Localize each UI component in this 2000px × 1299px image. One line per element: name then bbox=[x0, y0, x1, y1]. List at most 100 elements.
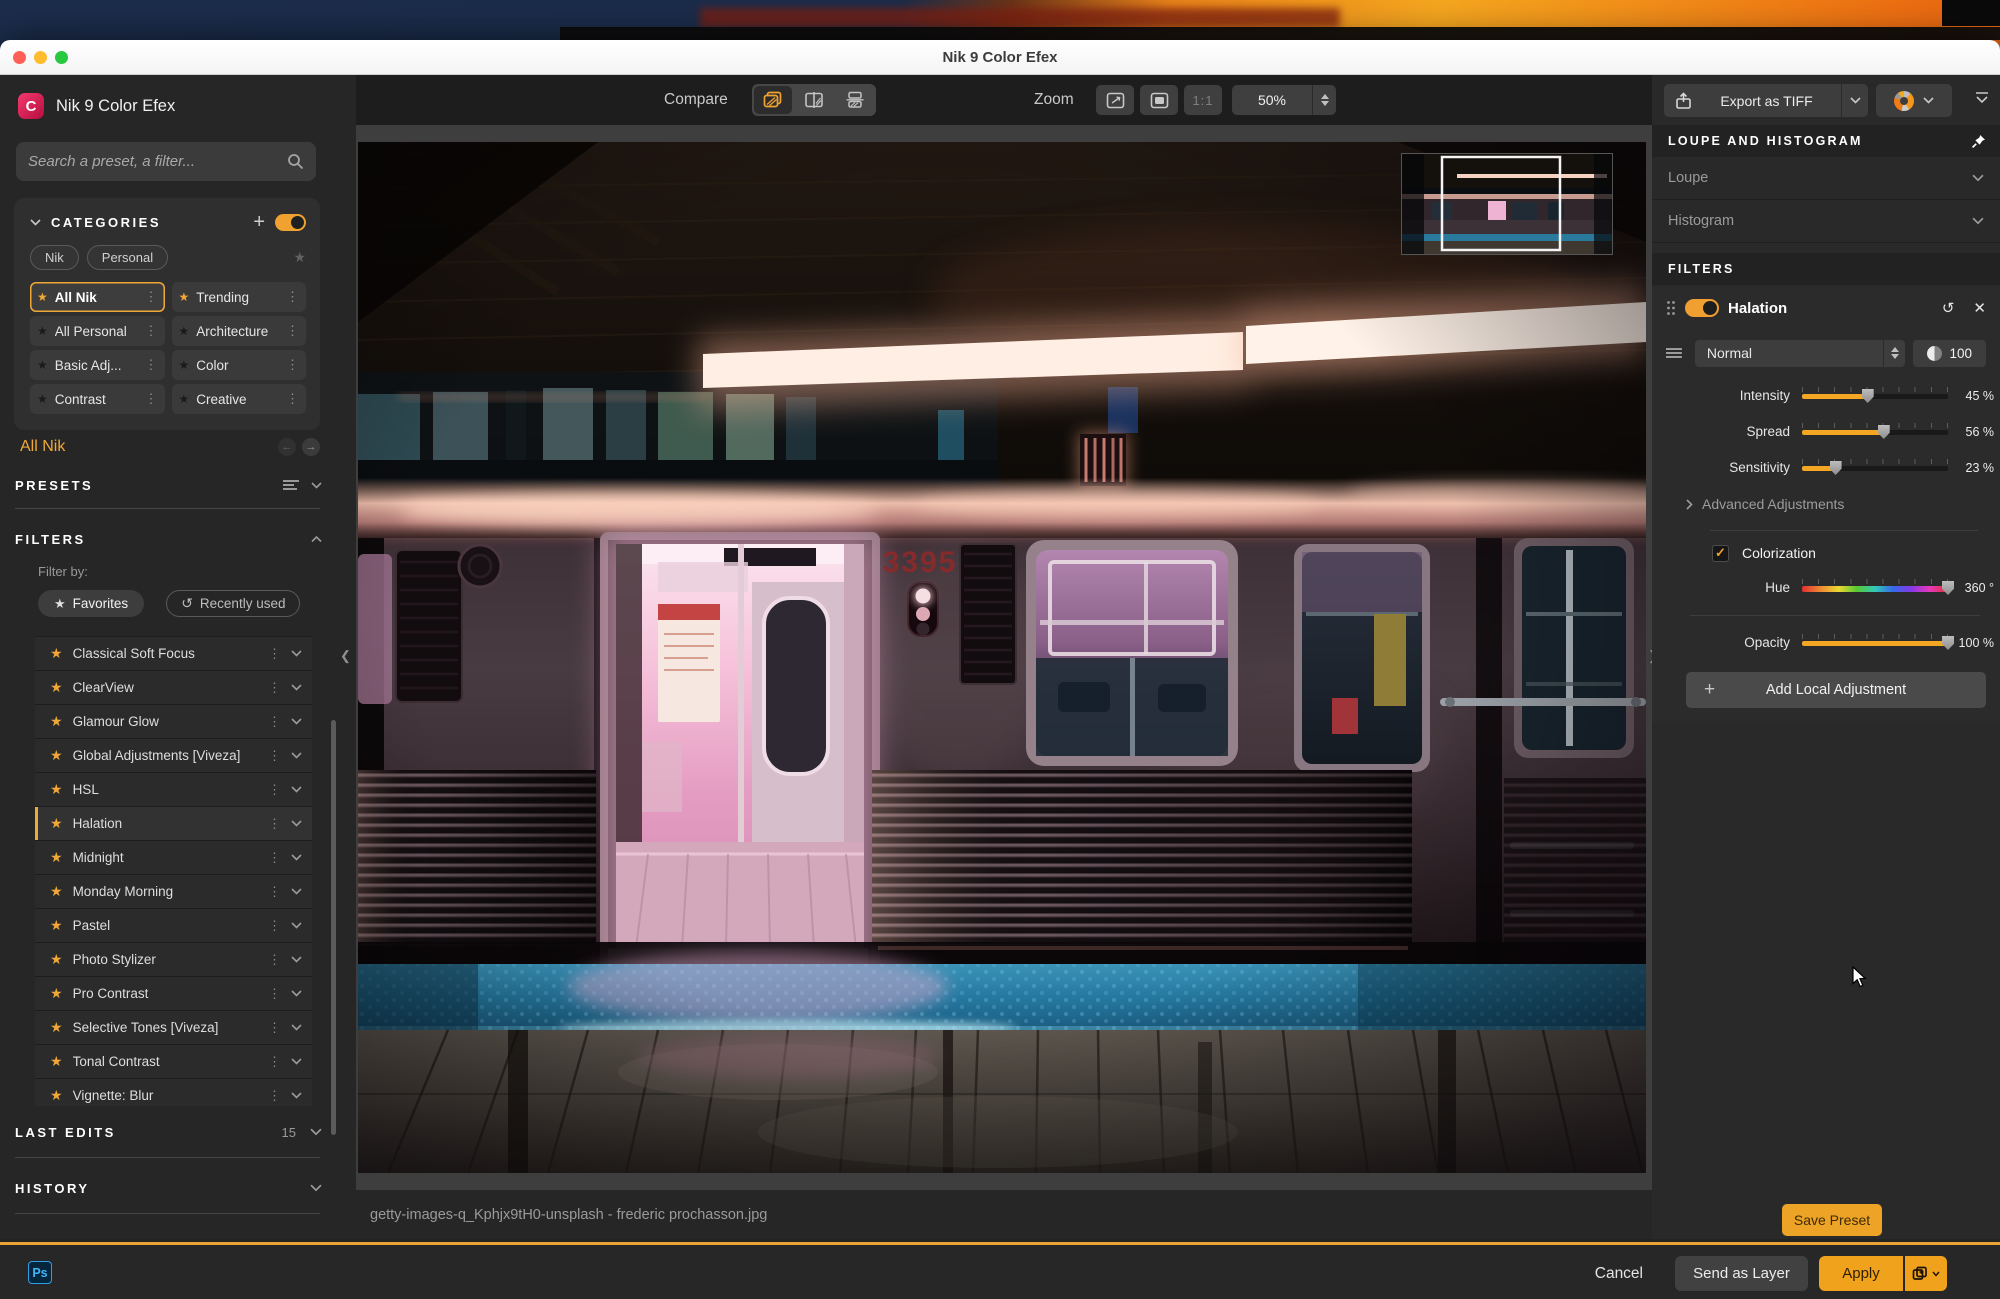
kebab-menu-icon[interactable]: ⋮ bbox=[268, 986, 281, 1002]
category-trending[interactable]: ★ Trending ⋮ bbox=[172, 282, 307, 312]
filter-row-clearview[interactable]: ★ClearView⋮ bbox=[35, 671, 312, 705]
star-icon[interactable]: ★ bbox=[50, 985, 63, 1002]
star-icon[interactable]: ★ bbox=[50, 917, 63, 934]
star-icon[interactable]: ★ bbox=[50, 713, 63, 730]
kebab-menu-icon[interactable]: ⋮ bbox=[268, 952, 281, 968]
hamburger-menu-icon[interactable] bbox=[1666, 347, 1682, 359]
colorization-checkbox[interactable]: ✓ bbox=[1712, 545, 1729, 562]
chevron-down-icon[interactable] bbox=[310, 1184, 322, 1192]
category-all-personal[interactable]: ★ All Personal ⋮ bbox=[30, 316, 165, 346]
sensitivity-slider[interactable] bbox=[1802, 466, 1948, 471]
collapse-all-icon[interactable] bbox=[1974, 91, 1990, 109]
category-color[interactable]: ★ Color ⋮ bbox=[172, 350, 307, 380]
hue-slider[interactable] bbox=[1802, 586, 1948, 592]
tag-nik[interactable]: Nik bbox=[30, 245, 79, 270]
zoom-level-dropdown[interactable]: 50% bbox=[1232, 85, 1336, 115]
star-icon[interactable]: ★ bbox=[293, 249, 306, 266]
zoom-one-to-one-button[interactable]: 1:1 bbox=[1184, 85, 1222, 115]
export-button[interactable]: Export as TIFF bbox=[1664, 84, 1868, 117]
kebab-menu-icon[interactable]: ⋮ bbox=[145, 357, 158, 373]
kebab-menu-icon[interactable]: ⋮ bbox=[268, 1054, 281, 1070]
next-category-button[interactable]: → bbox=[302, 438, 320, 456]
filter-row-global-adjustments[interactable]: ★Global Adjustments [Viveza]⋮ bbox=[35, 739, 312, 773]
star-icon[interactable]: ★ bbox=[50, 1087, 63, 1104]
navigator-thumbnail[interactable] bbox=[1401, 153, 1613, 255]
sidebar-scrollbar[interactable] bbox=[331, 720, 336, 1135]
history-header[interactable]: HISTORY bbox=[15, 1166, 322, 1210]
loupe-row[interactable]: Loupe bbox=[1652, 157, 2000, 200]
filter-row-selective-tones[interactable]: ★Selective Tones [Viveza]⋮ bbox=[35, 1011, 312, 1045]
add-local-adjustment-button[interactable]: + Add Local Adjustment bbox=[1686, 672, 1986, 708]
apply-options-button[interactable] bbox=[1905, 1256, 1947, 1291]
star-icon[interactable]: ★ bbox=[50, 781, 63, 798]
filter-row-halation-selected[interactable]: ★Halation⋮ bbox=[35, 807, 312, 841]
kebab-menu-icon[interactable]: ⋮ bbox=[268, 680, 281, 696]
search-box[interactable] bbox=[16, 142, 316, 181]
kebab-menu-icon[interactable]: ⋮ bbox=[268, 646, 281, 662]
kebab-menu-icon[interactable]: ⋮ bbox=[268, 918, 281, 934]
kebab-menu-icon[interactable]: ⋮ bbox=[145, 323, 158, 339]
zoom-fit-button[interactable] bbox=[1096, 85, 1134, 115]
compare-split-vertical-button[interactable] bbox=[795, 86, 833, 114]
kebab-menu-icon[interactable]: ⋮ bbox=[286, 289, 299, 305]
filter-row-classical-soft-focus[interactable]: ★Classical Soft Focus⋮ bbox=[35, 637, 312, 671]
kebab-menu-icon[interactable]: ⋮ bbox=[268, 1088, 281, 1104]
favorites-filter-button[interactable]: ★ Favorites bbox=[38, 590, 144, 617]
kebab-menu-icon[interactable]: ⋮ bbox=[268, 748, 281, 764]
chevron-down-icon[interactable] bbox=[291, 752, 302, 759]
chevron-down-icon[interactable] bbox=[291, 650, 302, 657]
star-icon[interactable]: ★ bbox=[50, 883, 63, 900]
save-preset-button[interactable]: Save Preset bbox=[1782, 1204, 1882, 1236]
previous-category-button[interactable]: ← bbox=[278, 438, 296, 456]
spread-slider[interactable] bbox=[1802, 430, 1948, 435]
category-contrast[interactable]: ★ Contrast ⋮ bbox=[30, 384, 165, 414]
kebab-menu-icon[interactable]: ⋮ bbox=[286, 391, 299, 407]
filter-row-photo-stylizer[interactable]: ★Photo Stylizer⋮ bbox=[35, 943, 312, 977]
kebab-menu-icon[interactable]: ⋮ bbox=[268, 1020, 281, 1036]
dxo-profile-button[interactable] bbox=[1876, 84, 1952, 117]
star-icon[interactable]: ★ bbox=[50, 849, 63, 866]
kebab-menu-icon[interactable]: ⋮ bbox=[268, 884, 281, 900]
chevron-down-icon[interactable] bbox=[291, 990, 302, 997]
compare-overlay-button[interactable] bbox=[754, 86, 792, 114]
list-view-icon[interactable] bbox=[283, 479, 299, 491]
chevron-down-icon[interactable] bbox=[310, 1128, 322, 1136]
category-all-nik[interactable]: ★ All Nik ⋮ bbox=[30, 282, 165, 312]
chevron-down-icon[interactable] bbox=[291, 786, 302, 793]
export-options-button[interactable] bbox=[1842, 97, 1868, 104]
kebab-menu-icon[interactable]: ⋮ bbox=[268, 782, 281, 798]
recently-used-filter-button[interactable]: ↺ Recently used bbox=[166, 590, 300, 617]
cancel-button[interactable]: Cancel bbox=[1595, 1245, 1643, 1299]
apply-button[interactable]: Apply bbox=[1819, 1256, 1903, 1291]
chevron-down-icon[interactable] bbox=[30, 219, 41, 226]
drag-handle-icon[interactable] bbox=[1666, 300, 1676, 316]
slider-thumb[interactable] bbox=[1862, 389, 1874, 403]
image-canvas[interactable]: 3395 bbox=[358, 142, 1646, 1173]
filter-row-tonal-contrast[interactable]: ★Tonal Contrast⋮ bbox=[35, 1045, 312, 1079]
chevron-up-icon[interactable] bbox=[311, 536, 322, 543]
category-architecture[interactable]: ★ Architecture ⋮ bbox=[172, 316, 307, 346]
colorization-row[interactable]: ✓ Colorization bbox=[1712, 538, 1816, 568]
chevron-down-icon[interactable] bbox=[291, 854, 302, 861]
pin-icon[interactable] bbox=[1971, 134, 1986, 149]
last-edits-header[interactable]: LAST EDITS 15 bbox=[15, 1110, 322, 1154]
blend-mode-dropdown[interactable]: Normal bbox=[1695, 340, 1906, 367]
histogram-row[interactable]: Histogram bbox=[1652, 200, 2000, 243]
chevron-down-icon[interactable] bbox=[291, 1058, 302, 1065]
kebab-menu-icon[interactable]: ⋮ bbox=[268, 816, 281, 832]
kebab-menu-icon[interactable]: ⋮ bbox=[268, 850, 281, 866]
remove-filter-icon[interactable]: ✕ bbox=[1973, 299, 1986, 317]
filter-enabled-toggle[interactable] bbox=[1685, 299, 1719, 317]
send-as-layer-button[interactable]: Send as Layer bbox=[1675, 1256, 1808, 1291]
star-icon[interactable]: ★ bbox=[50, 1019, 63, 1036]
category-creative[interactable]: ★ Creative ⋮ bbox=[172, 384, 307, 414]
categories-toggle[interactable] bbox=[275, 214, 306, 231]
intensity-slider[interactable] bbox=[1802, 394, 1948, 399]
kebab-menu-icon[interactable]: ⋮ bbox=[145, 391, 158, 407]
slider-thumb[interactable] bbox=[1878, 425, 1890, 439]
star-icon[interactable]: ★ bbox=[50, 645, 63, 662]
filter-row-hsl[interactable]: ★HSL⋮ bbox=[35, 773, 312, 807]
search-input[interactable] bbox=[28, 153, 287, 170]
kebab-menu-icon[interactable]: ⋮ bbox=[145, 289, 158, 305]
star-icon[interactable]: ★ bbox=[50, 815, 63, 832]
